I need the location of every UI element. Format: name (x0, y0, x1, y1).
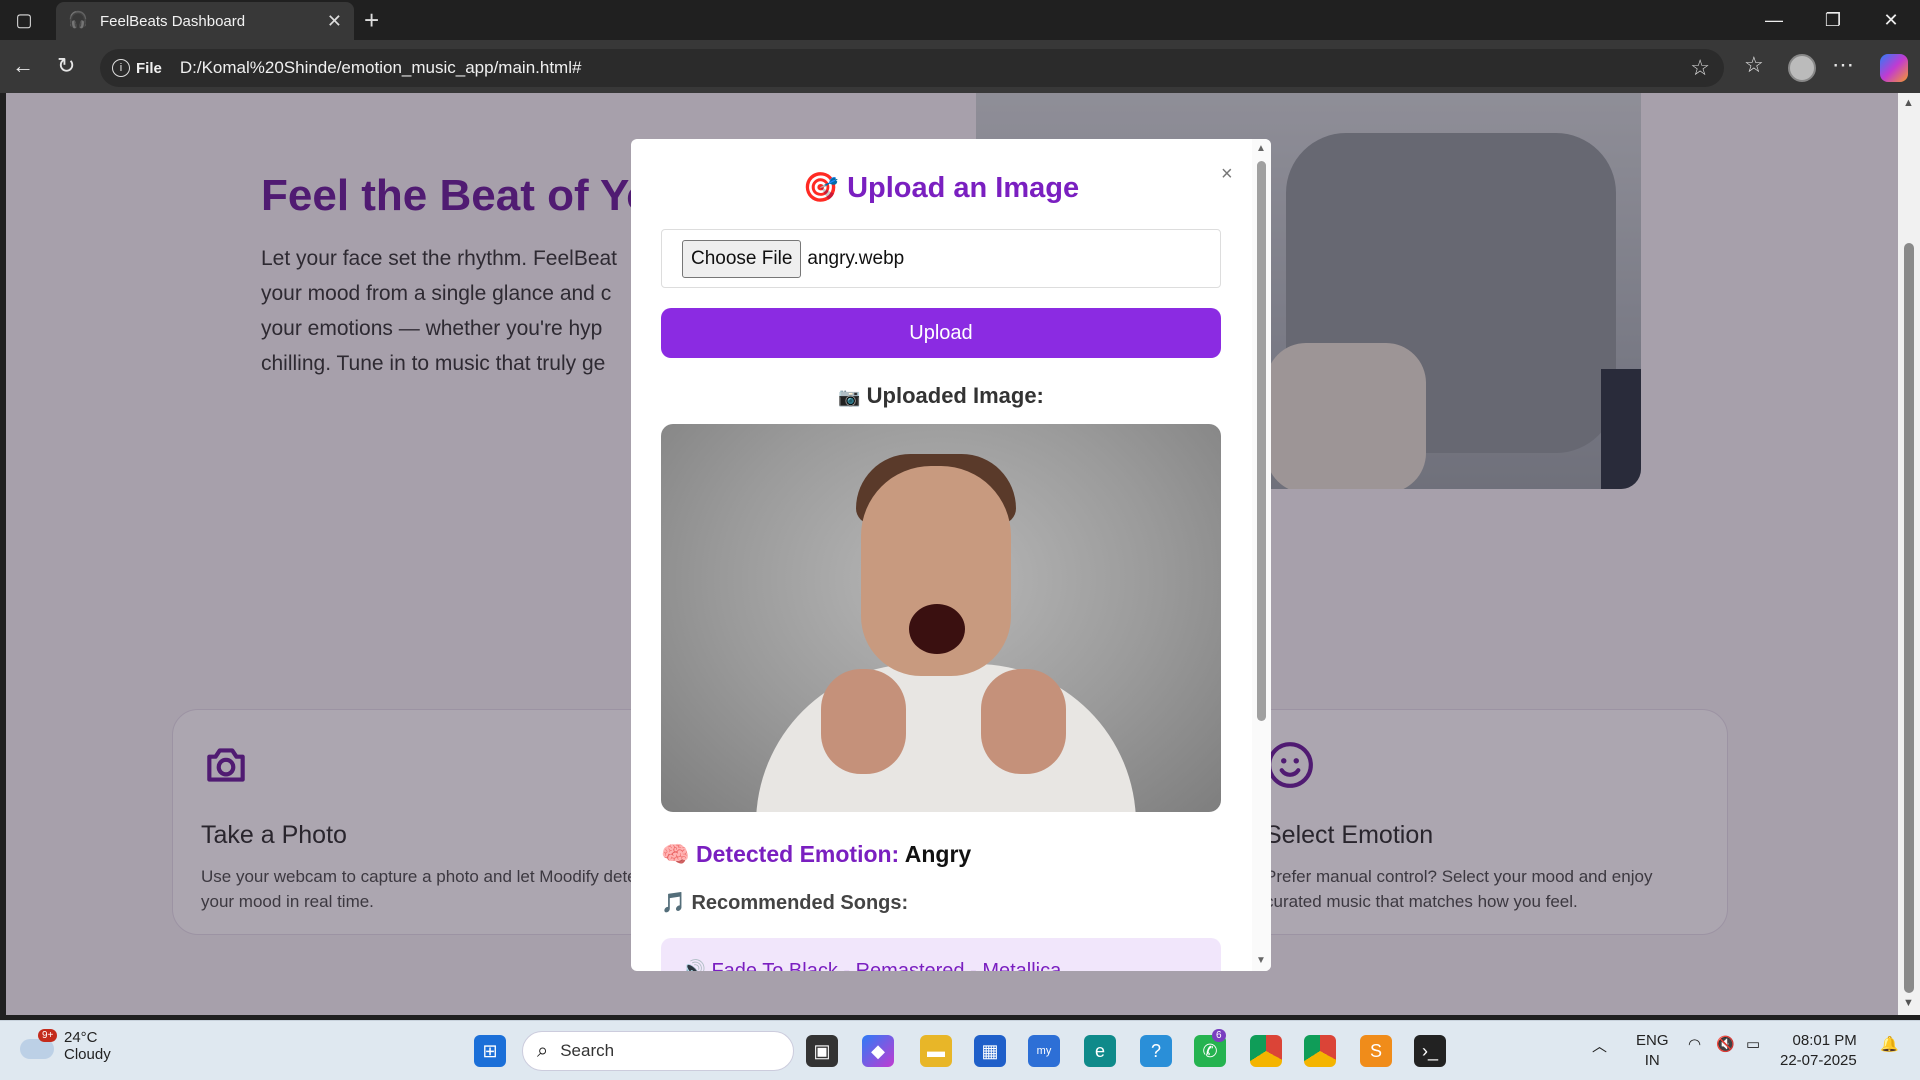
detected-emotion-label: Detected Emotion: (696, 841, 900, 867)
uploaded-image (661, 424, 1221, 812)
tray-overflow-icon[interactable]: ︿ (1592, 1035, 1607, 1056)
favorites-icon[interactable]: ☆ (1744, 52, 1764, 78)
notifications-icon[interactable]: 🔔 (1880, 1035, 1899, 1053)
clock-date: 22-07-2025 (1780, 1052, 1857, 1069)
chrome-icon[interactable] (1250, 1035, 1282, 1067)
start-icon[interactable]: ⊞ (474, 1035, 506, 1067)
file-name: angry.webp (807, 247, 905, 269)
music-note-icon: 🎵 (661, 892, 686, 914)
weather-temp: 24°C (64, 1029, 98, 1046)
search-placeholder: Search (560, 1041, 615, 1060)
tab-title: FeelBeats Dashboard (100, 12, 246, 30)
copilot-icon[interactable] (1880, 54, 1908, 82)
modal-scrollbar[interactable]: ▲ ▼ (1252, 139, 1271, 971)
modal-title: 🎯 Upload an Image (631, 171, 1251, 205)
address-bar[interactable]: i File D:/Komal%20Shinde/emotion_music_a… (100, 49, 1724, 87)
terminal-icon[interactable]: ›_ (1414, 1035, 1446, 1067)
restore-button[interactable]: ❐ (1804, 0, 1862, 40)
page-scrollbar[interactable]: ▲ ▼ (1898, 93, 1920, 1015)
scroll-up-icon[interactable]: ▲ (1256, 143, 1266, 154)
refresh-icon[interactable]: ↻ (57, 53, 75, 79)
page-scroll-thumb[interactable] (1904, 243, 1914, 993)
url-text[interactable]: D:/Komal%20Shinde/emotion_music_app/main… (180, 58, 582, 78)
choose-file-button[interactable]: Choose File (682, 239, 802, 278)
wifi-icon[interactable]: ◠ (1688, 1035, 1701, 1053)
whatsapp-badge: 6 (1212, 1029, 1226, 1042)
page-scroll-down-icon[interactable]: ▼ (1903, 997, 1914, 1009)
detected-emotion-value: Angry (904, 841, 972, 867)
modal-scroll-thumb[interactable] (1257, 161, 1266, 721)
file-input[interactable]: Choose File angry.webp (661, 229, 1221, 288)
recommended-label-text: Recommended Songs: (691, 892, 909, 914)
browser-tab[interactable]: 🎧 FeelBeats Dashboard ✕ (56, 2, 354, 40)
chrome-profile-icon[interactable] (1304, 1035, 1336, 1067)
edge-icon[interactable]: e (1084, 1035, 1116, 1067)
lang-code: ENG (1636, 1032, 1669, 1049)
taskbar-clock[interactable]: 08:01 PM 22-07-2025 (1780, 1031, 1857, 1071)
volume-muted-icon[interactable]: 🔇 (1716, 1035, 1735, 1053)
close-window-button[interactable]: ✕ (1862, 0, 1920, 40)
camera-emoji-icon: 📷 (838, 387, 861, 407)
windows-taskbar: 9+ 24°C Cloudy ⊞ ⌕ Search ▣ ◆ ▬ ▦ my e ?… (0, 1020, 1920, 1080)
favorite-star-icon[interactable]: ☆ (1690, 55, 1710, 81)
song-item[interactable]: 🔊 Fade To Black - Remastered - Metallica (661, 938, 1221, 971)
modal-title-text: Upload an Image (847, 172, 1080, 204)
taskbar-search[interactable]: ⌕ Search (522, 1031, 794, 1071)
weather-widget[interactable]: 9+ 24°C Cloudy (20, 1029, 111, 1063)
language-indicator[interactable]: ENG IN (1636, 1031, 1669, 1071)
task-view-icon[interactable]: ▣ (806, 1035, 838, 1067)
store-icon[interactable]: ▦ (974, 1035, 1006, 1067)
copilot-app-icon[interactable]: ◆ (862, 1035, 894, 1067)
mylp-icon[interactable]: my (1028, 1035, 1060, 1067)
upload-modal: × 🎯 Upload an Image Choose File angry.we… (631, 139, 1271, 971)
battery-icon[interactable]: ▭ (1746, 1035, 1760, 1053)
brain-icon: 🧠 (661, 841, 690, 867)
more-menu-icon[interactable]: ⋯ (1832, 52, 1854, 78)
tab-actions-icon[interactable]: ▢ (0, 0, 48, 40)
region-code: IN (1644, 1052, 1660, 1069)
close-tab-icon[interactable]: ✕ (327, 11, 342, 32)
help-icon[interactable]: ? (1140, 1035, 1172, 1067)
song-title[interactable]: Fade To Black - Remastered - Metallica (711, 960, 1061, 971)
weather-desc: Cloudy (64, 1046, 111, 1063)
new-tab-button[interactable]: + (364, 6, 379, 34)
target-icon: 🎯 (802, 172, 839, 204)
url-scheme: File (136, 59, 162, 77)
weather-badge: 9+ (38, 1029, 58, 1042)
clock-time: 08:01 PM (1792, 1032, 1857, 1049)
upload-button[interactable]: Upload (661, 308, 1221, 358)
profile-avatar[interactable] (1788, 54, 1816, 82)
scroll-down-icon[interactable]: ▼ (1256, 955, 1266, 966)
headphones-icon: 🎧 (68, 12, 88, 29)
sublime-icon[interactable]: S (1360, 1035, 1392, 1067)
detected-emotion: 🧠 Detected Emotion: Angry (661, 841, 971, 868)
search-icon: ⌕ (537, 1039, 549, 1062)
file-explorer-icon[interactable]: ▬ (920, 1035, 952, 1067)
cloud-icon: 9+ (20, 1029, 58, 1059)
uploaded-label-text: Uploaded Image: (866, 383, 1044, 408)
info-icon[interactable]: i (112, 59, 130, 77)
back-arrow-icon[interactable]: ← (12, 53, 34, 79)
speaker-icon: 🔊 (681, 960, 706, 971)
uploaded-image-label: 📷 Uploaded Image: (631, 383, 1251, 409)
page-scroll-up-icon[interactable]: ▲ (1903, 97, 1914, 109)
minimize-button[interactable]: — (1745, 0, 1803, 40)
recommended-songs-label: 🎵 Recommended Songs: (661, 890, 908, 915)
